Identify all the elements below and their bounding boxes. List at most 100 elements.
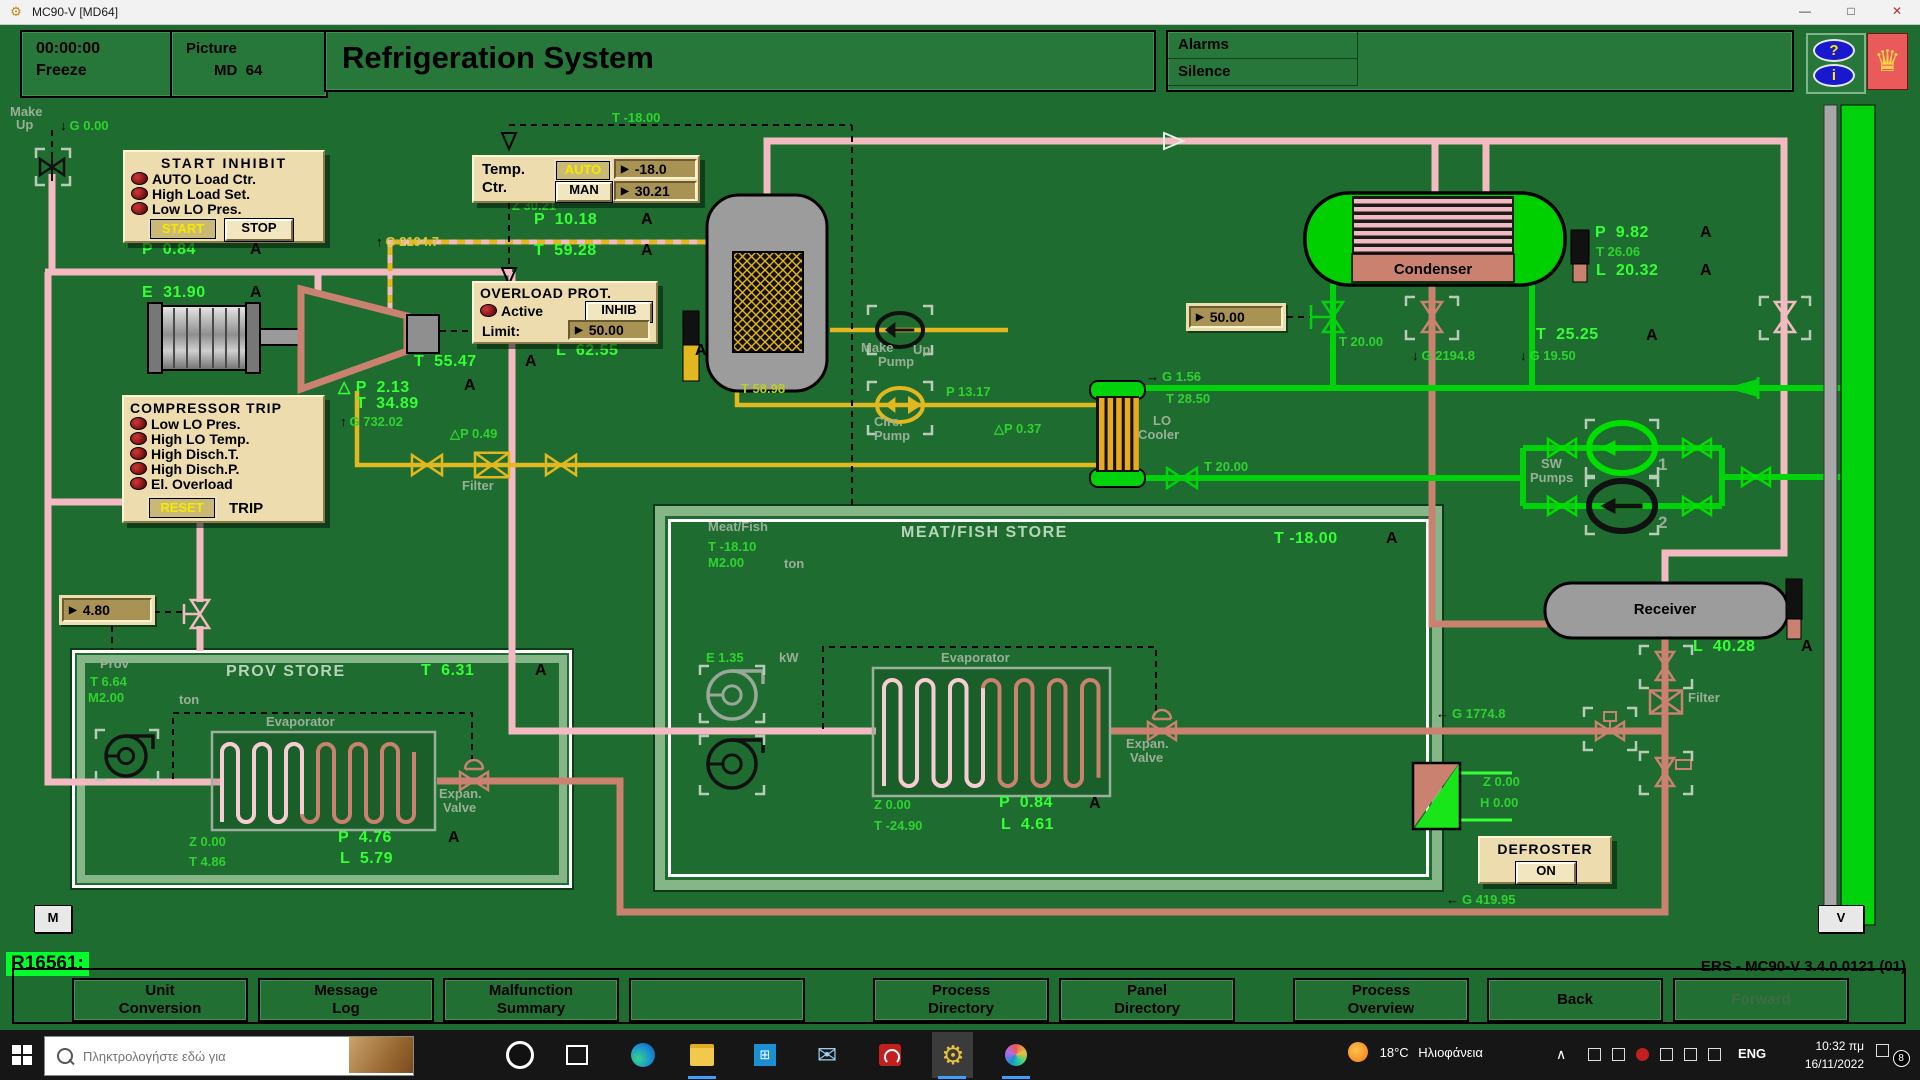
inhib-button[interactable]: INHIB [586,302,652,322]
clock-panel: 00:00:00 Freeze [20,30,176,98]
window-titlebar: ⚙ MC90-V [MD64] — □ ✕ [0,0,1920,25]
paint3d-icon[interactable] [999,1038,1033,1072]
tray-icon-1[interactable] [1588,1048,1601,1061]
meat-fish-store-room [655,506,1442,890]
opera-icon[interactable] [503,1038,537,1072]
compressor-trip-led-3 [130,462,147,475]
field-arrow-icon: ▶ [621,164,629,175]
temp-setpoint-field[interactable]: ▶-18.0 [614,159,697,179]
compressor-trip-title: COMPRESSOR TRIP [130,400,317,416]
temp-controller-panel: Temp. Ctr. AUTO MAN ▶-18.0 ▶30.21 [472,155,700,203]
sim-clock: 00:00:00 [36,38,174,60]
search-input[interactable] [81,1048,315,1065]
tray-chevron-icon[interactable]: ∧ [1556,1046,1566,1080]
start-inhibit-led-2 [131,202,148,215]
taskbar-search[interactable] [44,1036,414,1076]
tray-icon-3[interactable] [1660,1048,1673,1061]
compressor-trip-label-3: High Disch.P. [151,462,239,476]
acrobat-icon[interactable] [873,1038,907,1072]
nav-malfunction-summary[interactable]: MalfunctionSummary [443,978,619,1022]
maximize-button[interactable]: □ [1828,0,1874,24]
silence-button[interactable]: Silence [1168,59,1358,86]
nav-panel-directory[interactable]: PanelDirectory [1059,978,1235,1022]
overload-title: OVERLOAD PROT. [480,285,650,301]
app-gear-icon: ⚙ [8,4,24,20]
trip-label: TRIP [229,500,263,517]
nav-message-log[interactable]: MessageLog [258,978,434,1022]
nav-blank [629,978,805,1022]
close-button[interactable]: ✕ [1874,0,1920,24]
notification-badge: 8 [1893,1050,1910,1067]
language-indicator[interactable]: ENG [1738,1046,1766,1080]
news-thumbnail[interactable] [349,1037,413,1073]
stop-button[interactable]: STOP [225,219,293,241]
prov-setpoint-field[interactable]: ▶4.80 [62,598,152,622]
nav-process-overview[interactable]: ProcessOverview [1293,978,1469,1022]
defroster-panel: DEFROSTER ON [1478,836,1612,884]
overload-protection-panel: OVERLOAD PROT. Active INHIB Limit: ▶50.0… [472,281,658,344]
minimize-button[interactable]: — [1782,0,1828,24]
temp-ctr-label1: Temp. [482,161,525,178]
help-icon[interactable]: ? [1813,39,1855,62]
compressor-trip-label-1: High LO Temp. [151,432,250,446]
notification-center[interactable]: 8 [1876,1044,1910,1080]
tray-speaker-icon[interactable] [1708,1048,1721,1061]
start-inhibit-led-0 [131,172,148,185]
page-title: Refrigeration System [326,32,1154,76]
nav-button-bar: UnitConversionMessageLogMalfunctionSumma… [12,968,1906,1024]
nav-process-directory[interactable]: ProcessDirectory [873,978,1049,1022]
m-button[interactable]: M [34,905,72,933]
field-arrow-icon: ▶ [69,605,77,616]
nav-forward[interactable]: Forward [1673,978,1849,1022]
v-button[interactable]: V [1818,905,1864,933]
info-icon[interactable]: i [1813,64,1855,87]
nav-unit-conversion[interactable]: UnitConversion [72,978,248,1022]
reset-button[interactable]: RESET [149,498,215,518]
field-arrow-icon: ▶ [621,186,629,197]
tray-icon-4[interactable] [1684,1048,1697,1061]
field-arrow-icon: ▶ [1196,312,1204,323]
man-mode-button[interactable]: MAN [556,182,612,202]
weather-temp: 18°C [1380,1045,1409,1060]
explorer-running-indicator [688,1076,716,1079]
defroster-on-button[interactable]: ON [1516,862,1576,884]
page-title-panel: Refrigeration System [324,30,1156,92]
windows-taskbar: ⊞ ✉ ⚙ 18°C Ηλιοφάνεια ∧ ENG 10:32 πμ16/1… [0,1030,1920,1080]
start-inhibit-label-2: Low LO Pres. [152,202,241,216]
limit-field[interactable]: ▶50.00 [568,320,650,340]
start-inhibit-label-0: AUTO Load Ctr. [152,172,256,186]
field-arrow-icon: ▶ [575,325,583,336]
window-title: MC90-V [MD64] [32,5,118,19]
mc90-app-icon[interactable]: ⚙ [936,1038,970,1072]
capacity-field[interactable]: ▶30.21 [614,181,697,201]
paint3d-running-indicator [1002,1076,1030,1079]
sim-mode: Freeze [36,60,174,82]
oil-separator-label: OilSeparator [709,200,825,234]
start-button[interactable]: START [150,219,216,239]
picture-panel[interactable]: Picture MD 64 [170,30,328,98]
defroster-title: DEFROSTER [1486,841,1604,857]
tray-icon-alert[interactable] [1636,1048,1649,1061]
ms-store-icon[interactable]: ⊞ [748,1038,782,1072]
start-button[interactable] [12,1045,32,1065]
tray-clock[interactable]: 10:32 πμ16/11/2022 [1778,1037,1864,1073]
task-view-icon[interactable] [560,1038,594,1072]
weather-widget[interactable]: 18°C Ηλιοφάνεια [1348,1042,1483,1080]
edge-icon[interactable] [626,1038,660,1072]
limit-label: Limit: [482,323,520,339]
nav-back[interactable]: Back [1487,978,1663,1022]
start-inhibit-led-1 [131,187,148,200]
compressor-trip-led-2 [130,447,147,460]
kongsberg-emblem-icon: ♛ [1867,33,1908,90]
condenser-setpoint-field[interactable]: ▶50.00 [1189,306,1283,328]
mail-icon[interactable]: ✉ [810,1038,844,1072]
compressor-trip-label-2: High Disch.T. [151,447,239,461]
alarms-button[interactable]: Alarms [1168,32,1358,59]
tray-icon-2[interactable] [1612,1048,1625,1061]
overload-active-label: Active [501,304,543,318]
condenser-label: Condenser [1357,261,1509,278]
auto-mode-button[interactable]: AUTO [556,161,610,180]
file-explorer-icon[interactable] [685,1038,719,1072]
picture-label: Picture [186,38,326,60]
mc90-running-indicator [938,1076,966,1079]
